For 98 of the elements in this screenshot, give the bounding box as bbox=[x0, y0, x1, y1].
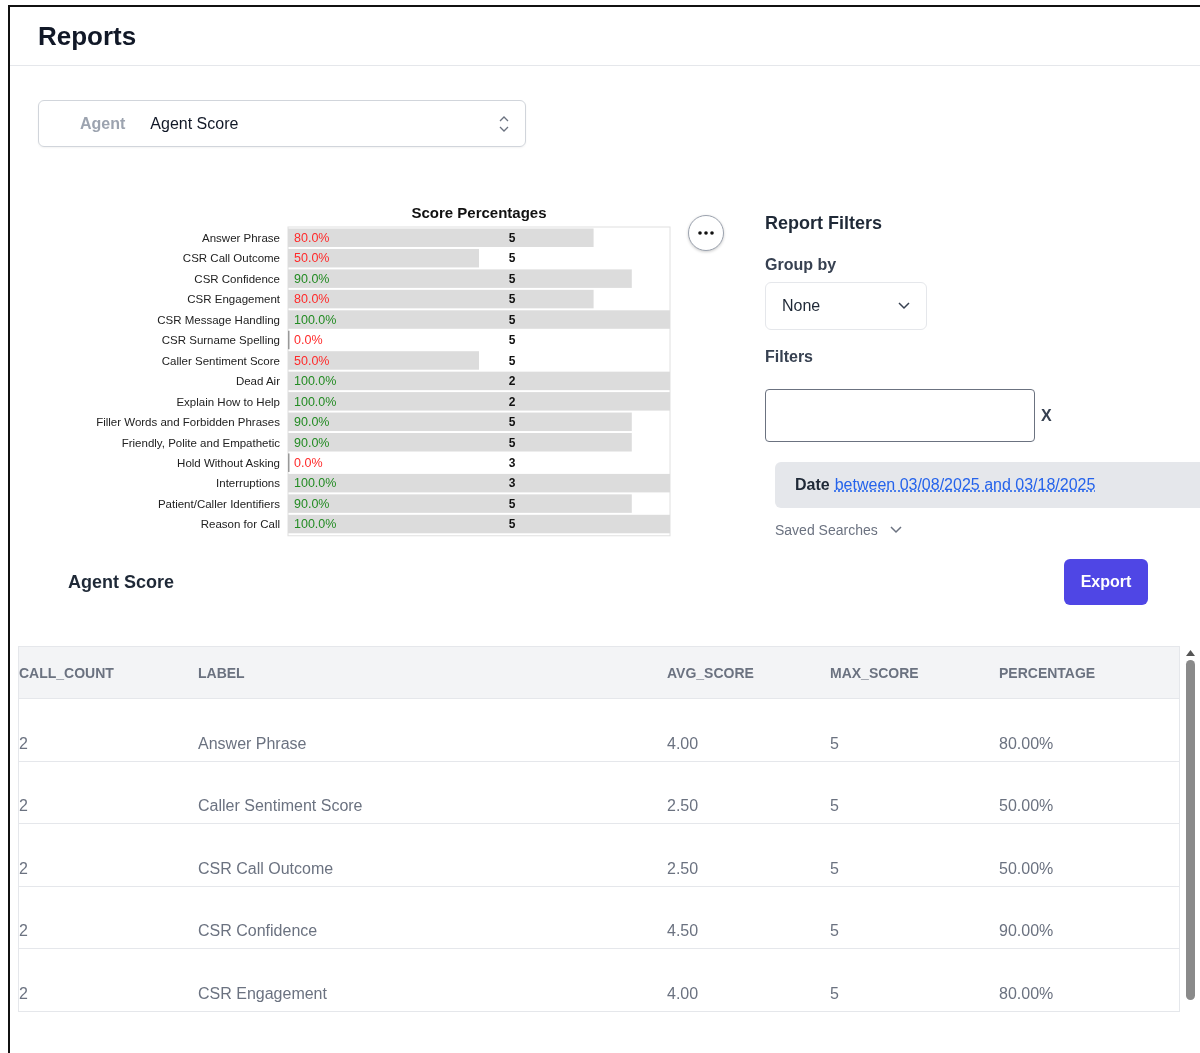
count-label: 5 bbox=[508, 231, 516, 245]
select-value: Agent Score bbox=[150, 114, 240, 133]
count-label: 3 bbox=[508, 455, 516, 470]
category-label: Explain How to Help bbox=[176, 395, 280, 408]
category-label: CSR Message Handling bbox=[157, 313, 280, 326]
table-cell-text: 80.00% bbox=[999, 984, 1055, 1003]
table-cell-text: 2.50 bbox=[667, 797, 700, 815]
table-cell-text: 90.00% bbox=[999, 922, 1055, 940]
table-cell-text: 4.00 bbox=[667, 984, 700, 1003]
category-label: Interruptions bbox=[216, 477, 280, 490]
value-label: 80.0% bbox=[294, 292, 330, 307]
category-label: CSR Engagement bbox=[187, 293, 280, 306]
table-cell-text: 50.00% bbox=[999, 859, 1055, 878]
table-cell-text: 5 bbox=[830, 859, 840, 878]
table-cell-text: 5 bbox=[830, 734, 840, 753]
filters-label: Filters bbox=[765, 348, 814, 366]
table-cell-text: 5 bbox=[830, 922, 840, 940]
category-label: CSR Confidence bbox=[194, 272, 280, 285]
chevron-down-icon bbox=[898, 302, 910, 310]
table-cell-text: 50.00% bbox=[999, 797, 1055, 815]
column-header: MAX_SCORE bbox=[830, 665, 920, 681]
table-cell-text: 2 bbox=[19, 859, 29, 878]
section-title: Agent Score bbox=[68, 571, 175, 593]
count-label: 5 bbox=[508, 517, 516, 532]
count-label: 5 bbox=[508, 312, 516, 327]
count-label: 2 bbox=[508, 374, 516, 389]
table-cell-text: CSR Engagement bbox=[198, 984, 328, 1003]
column-header: PERCENTAGE bbox=[999, 665, 1097, 681]
value-label: 90.0% bbox=[294, 415, 330, 430]
category-label: Dead Air bbox=[235, 375, 280, 388]
count-label: 5 bbox=[508, 251, 516, 266]
table-cell-text: 4.50 bbox=[667, 922, 700, 940]
count-label: 5 bbox=[508, 271, 516, 286]
value-label: 0.0% bbox=[294, 455, 323, 470]
value-label: 50.0% bbox=[294, 353, 330, 368]
scroll-up-icon bbox=[1185, 650, 1195, 656]
category-label: Filler Words and Forbidden Phrases bbox=[96, 416, 280, 429]
category-label: CSR Call Outcome bbox=[182, 252, 280, 265]
count-label: 5 bbox=[508, 435, 516, 450]
group-by-label: Group by bbox=[765, 256, 838, 274]
saved-searches-button[interactable]: Saved Searches bbox=[775, 522, 902, 538]
more-icon bbox=[698, 231, 714, 235]
count-label: 3 bbox=[508, 476, 516, 491]
category-label: CSR Surname Spelling bbox=[161, 334, 280, 347]
report-select[interactable]: Agent Agent Score bbox=[38, 100, 526, 147]
value-label: 90.0% bbox=[294, 496, 330, 511]
count-label: 5 bbox=[508, 333, 516, 348]
count-label: 5 bbox=[508, 292, 516, 307]
table-cell-text: Answer Phrase bbox=[198, 734, 308, 753]
date-label: Date bbox=[795, 476, 830, 494]
category-label: Answer Phrase bbox=[202, 232, 280, 244]
table-cell-text: 2.50 bbox=[667, 859, 700, 878]
table-cell-text: 2 bbox=[19, 734, 29, 753]
value-label: 100.0% bbox=[294, 312, 337, 327]
value-label: 100.0% bbox=[294, 374, 337, 389]
more-button[interactable] bbox=[688, 215, 724, 251]
category-label: Caller Sentiment Score bbox=[161, 354, 280, 367]
table-cell-text: 2 bbox=[19, 922, 29, 940]
value-label: 100.0% bbox=[294, 476, 337, 491]
table-cell-text: CSR Confidence bbox=[198, 922, 319, 940]
table-cell-text: 5 bbox=[830, 797, 840, 815]
scrollbar-thumb[interactable] bbox=[1185, 660, 1195, 1000]
export-button[interactable]: Export bbox=[1064, 559, 1148, 605]
select-category: Agent bbox=[80, 114, 126, 133]
filter-input[interactable] bbox=[765, 389, 1035, 442]
column-header: LABEL bbox=[198, 665, 246, 681]
count-label: 5 bbox=[508, 496, 516, 511]
table-cell-text: 4.00 bbox=[667, 734, 700, 753]
category-label: Patient/Caller Identifiers bbox=[157, 497, 280, 510]
value-label: 80.0% bbox=[294, 231, 330, 245]
column-header: AVG_SCORE bbox=[667, 665, 755, 681]
table-cell-text: CSR Call Outcome bbox=[198, 859, 335, 878]
table-cell-text: 80.00% bbox=[999, 734, 1055, 753]
page-title: Reports bbox=[38, 20, 137, 52]
count-label: 5 bbox=[508, 353, 516, 368]
value-label: 0.0% bbox=[294, 333, 323, 348]
group-by-dropdown[interactable]: None bbox=[765, 282, 927, 330]
up-down-icon bbox=[499, 114, 509, 133]
table-cell-text: 2 bbox=[19, 797, 29, 815]
category-label: Reason for Call bbox=[200, 518, 280, 531]
chart-title: Score Percentages bbox=[411, 204, 547, 221]
value-label: 100.0% bbox=[294, 517, 337, 532]
count-label: 5 bbox=[508, 415, 516, 430]
table-cell-text: 5 bbox=[830, 984, 840, 1003]
clear-button[interactable]: X bbox=[1041, 406, 1052, 425]
value-label: 100.0% bbox=[294, 394, 337, 409]
date-range-link[interactable]: between 03/08/2025 and 03/18/2025 bbox=[834, 476, 1096, 494]
category-label: Hold Without Asking bbox=[177, 456, 280, 469]
chevron-down-icon bbox=[889, 526, 902, 534]
category-label: Friendly, Polite and Empathetic bbox=[121, 436, 280, 449]
count-label: 2 bbox=[508, 394, 516, 409]
column-header: CALL_COUNT bbox=[19, 665, 115, 681]
table-cell-text: 2 bbox=[19, 984, 29, 1003]
filters-title: Report Filters bbox=[765, 213, 884, 234]
value-label: 90.0% bbox=[294, 435, 330, 450]
value-label: 90.0% bbox=[294, 271, 330, 286]
table-cell-text: Caller Sentiment Score bbox=[198, 797, 364, 815]
value-label: 50.0% bbox=[294, 251, 330, 266]
